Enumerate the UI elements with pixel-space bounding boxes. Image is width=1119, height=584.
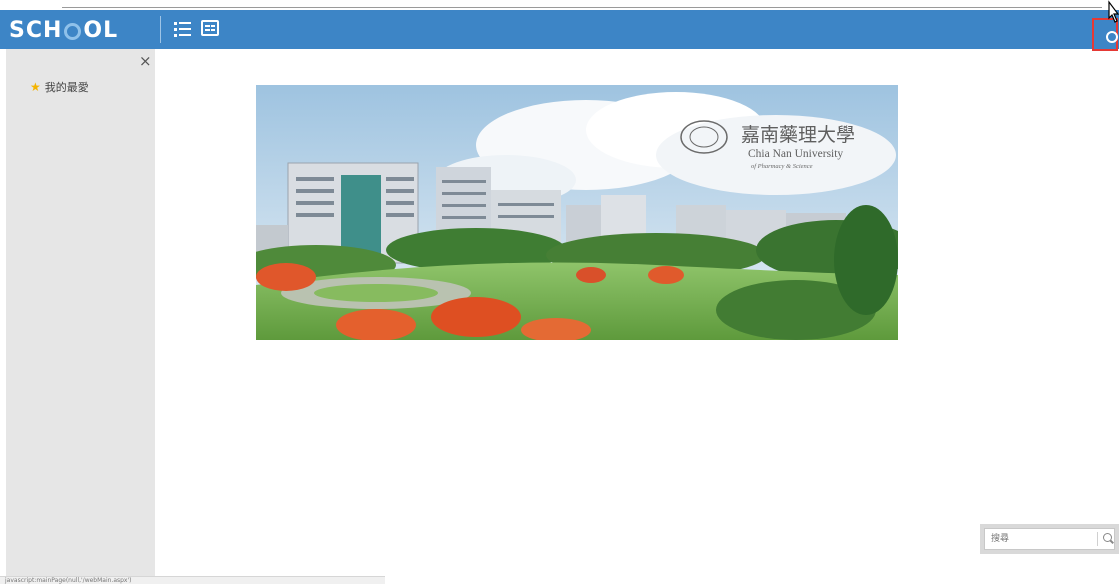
header-divider bbox=[160, 16, 161, 43]
browser-status-bar: javascript:mainPage(null,'/webMain.aspx'… bbox=[0, 576, 385, 584]
list-icon[interactable] bbox=[172, 19, 194, 39]
search-input[interactable] bbox=[985, 529, 1093, 549]
logo-prefix: SCH bbox=[9, 17, 63, 43]
star-icon: ★ bbox=[30, 80, 41, 94]
sidebar-item-favorites[interactable]: ★ 我的最愛 bbox=[30, 79, 89, 95]
card-view-icon[interactable] bbox=[201, 20, 219, 36]
search-icon[interactable] bbox=[1103, 533, 1112, 542]
banner-subtitle-en: of Pharmacy & Science bbox=[751, 163, 813, 170]
sidebar-panel: × ★ 我的最愛 bbox=[6, 49, 155, 584]
search-widget bbox=[980, 524, 1119, 554]
search-field bbox=[984, 528, 1115, 550]
favorites-label: 我的最愛 bbox=[44, 81, 89, 94]
top-header-bar: SCH OL bbox=[0, 10, 1119, 51]
banner-title-en: Chia Nan University bbox=[748, 148, 843, 160]
close-icon[interactable]: × bbox=[139, 52, 152, 70]
search-separator bbox=[1097, 532, 1098, 546]
logo-ring-icon bbox=[64, 22, 82, 40]
mouse-cursor-icon bbox=[1108, 0, 1119, 23]
logo-suffix: OL bbox=[83, 17, 119, 43]
campus-banner-image: 嘉南藥理大學 Chia Nan University of Pharmacy &… bbox=[256, 85, 898, 340]
user-ring-icon bbox=[1106, 31, 1118, 43]
window-top-border bbox=[62, 7, 1102, 8]
banner-title-cn: 嘉南藥理大學 bbox=[741, 124, 855, 146]
school-logo[interactable]: SCH OL bbox=[9, 16, 118, 44]
